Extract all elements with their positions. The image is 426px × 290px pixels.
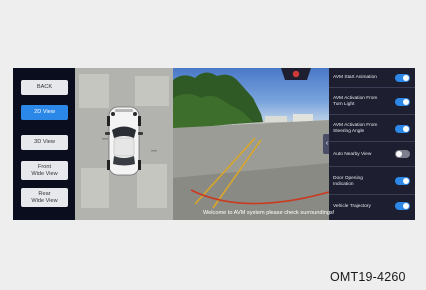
manual-figure: BACK 2D View 3D View Front Wide View Rea…	[0, 0, 426, 290]
figure-code: OMT19-4260	[330, 270, 406, 284]
setting-label: AVM Activation From Steering Angle	[333, 123, 378, 134]
settings-panel: AVM Start Animation AVM Activation From …	[329, 68, 415, 220]
setting-label: Vehicle Trajectory	[333, 204, 371, 209]
front-wide-view-button[interactable]: Front Wide View	[21, 161, 68, 180]
vehicle-top-icon	[102, 106, 157, 176]
setting-label: AVM Activation From Turn Light	[333, 96, 378, 107]
3d-view-button[interactable]: 3D View	[21, 135, 68, 150]
rear-wide-view-button[interactable]: Rear Wide View	[21, 188, 68, 207]
setting-vehicle-trajectory[interactable]: Vehicle Trajectory	[329, 195, 415, 220]
setting-avm-activation-turn-light[interactable]: AVM Activation From Turn Light	[329, 88, 415, 115]
avm-display: BACK 2D View 3D View Front Wide View Rea…	[13, 68, 415, 220]
setting-avm-activation-steering-angle[interactable]: AVM Activation From Steering Angle	[329, 115, 415, 142]
rear-camera-view	[173, 68, 329, 220]
view-mode-panel: BACK 2D View 3D View Front Wide View Rea…	[13, 68, 75, 220]
setting-label: AVM Start Animation	[333, 75, 377, 80]
toggle-switch[interactable]	[395, 74, 410, 82]
welcome-message: Welcome to AVM system please check surro…	[203, 210, 335, 216]
setting-avm-start-animation[interactable]: AVM Start Animation	[329, 68, 415, 88]
setting-label: Door Opening Indication	[333, 176, 363, 187]
setting-door-opening-indication[interactable]: Door Opening Indication	[329, 167, 415, 195]
toggle-switch[interactable]	[395, 202, 410, 210]
back-button[interactable]: BACK	[21, 80, 68, 95]
toggle-switch[interactable]	[395, 125, 410, 133]
toggle-switch[interactable]	[395, 150, 410, 158]
toggle-switch[interactable]	[395, 98, 410, 106]
top-view	[75, 68, 173, 220]
setting-auto-nearby-view[interactable]: Auto Nearby View	[329, 142, 415, 167]
setting-label: Auto Nearby View	[333, 152, 372, 157]
toggle-switch[interactable]	[395, 177, 410, 185]
2d-view-button[interactable]: 2D View	[21, 105, 68, 120]
